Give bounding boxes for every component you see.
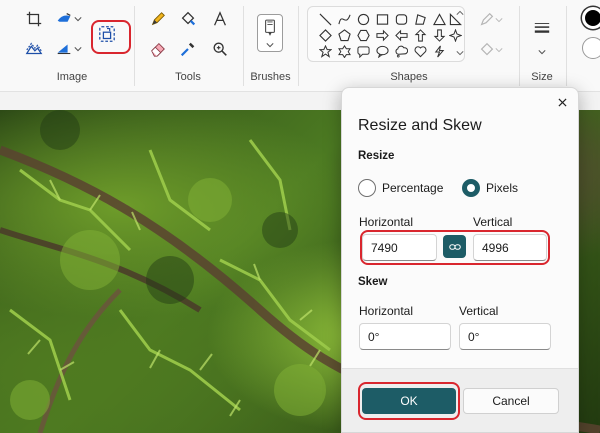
left-arrow-icon[interactable] xyxy=(394,28,408,42)
resize-button-highlight xyxy=(91,20,131,54)
close-icon xyxy=(557,97,567,107)
group-label-image: Image xyxy=(56,71,88,83)
down-arrow-icon[interactable] xyxy=(432,28,446,42)
skew-vertical-label: Vertical xyxy=(459,304,499,318)
up-arrow-icon[interactable] xyxy=(413,28,427,42)
skew-horizontal-input[interactable]: 0° xyxy=(359,323,451,350)
polygon-icon[interactable] xyxy=(413,12,427,26)
right-arrow-icon[interactable] xyxy=(375,28,389,42)
heart-icon[interactable] xyxy=(413,44,427,58)
cloud-callout-icon[interactable] xyxy=(394,44,408,58)
eraser-icon[interactable] xyxy=(146,37,170,61)
oval-icon[interactable] xyxy=(356,12,370,26)
rotate-icon[interactable] xyxy=(22,37,46,61)
magnifier-icon[interactable] xyxy=(208,37,232,61)
pentagon-icon[interactable] xyxy=(337,28,351,42)
diamond-icon[interactable] xyxy=(318,28,332,42)
text-icon[interactable] xyxy=(208,7,232,31)
chevron-up-icon[interactable] xyxy=(455,8,465,18)
chevron-down-icon[interactable] xyxy=(494,38,504,62)
chevron-down-icon[interactable] xyxy=(534,40,550,64)
color-picker-icon[interactable] xyxy=(176,37,200,61)
oval-callout-icon[interactable] xyxy=(375,44,389,58)
group-label-tools: Tools xyxy=(175,71,201,83)
six-point-star-icon[interactable] xyxy=(337,44,351,58)
chevron-down-icon[interactable] xyxy=(72,37,84,61)
resize-vertical-label: Vertical xyxy=(473,215,513,229)
group-label-shapes: Shapes xyxy=(390,71,428,83)
resize-horizontal-label: Horizontal xyxy=(359,215,414,229)
shapes-gallery xyxy=(307,6,465,62)
chevron-down-icon xyxy=(266,43,274,48)
skew-vertical-input[interactable]: 0° xyxy=(459,323,551,350)
crop-icon[interactable] xyxy=(22,7,46,31)
pixels-radio[interactable]: Pixels xyxy=(462,179,518,197)
fill-icon[interactable] xyxy=(176,7,200,31)
divider xyxy=(566,6,567,86)
rounded-rectangle-icon[interactable] xyxy=(394,12,408,26)
chevron-down-icon[interactable] xyxy=(72,7,84,31)
ok-button-highlight xyxy=(358,382,460,420)
percentage-label: Percentage xyxy=(382,181,444,195)
resize-and-skew-dialog: Resize and Skew Resize Percentage Pixels… xyxy=(341,87,579,433)
size-group: Size xyxy=(520,0,564,92)
curve-icon[interactable] xyxy=(337,12,351,26)
cancel-button[interactable]: Cancel xyxy=(463,388,559,414)
chevron-down-icon[interactable] xyxy=(494,8,504,32)
pencil-icon[interactable] xyxy=(146,7,170,31)
resize-section-title: Resize xyxy=(358,150,395,162)
skew-horizontal-label: Horizontal xyxy=(359,304,414,318)
line-icon[interactable] xyxy=(318,12,332,26)
close-button[interactable] xyxy=(554,94,570,110)
resize-values-highlight xyxy=(360,230,550,265)
triangle-icon[interactable] xyxy=(432,12,446,26)
rectangle-icon[interactable] xyxy=(375,12,389,26)
radio-circle[interactable] xyxy=(358,179,376,197)
group-label-brushes: Brushes xyxy=(250,71,291,83)
ribbon-toolbar: Image Tools Brushes Shapes Size xyxy=(0,0,600,92)
lightning-icon[interactable] xyxy=(432,44,446,58)
rounded-callout-icon[interactable] xyxy=(356,44,370,58)
line-thickness-icon[interactable] xyxy=(530,16,554,40)
secondary-color-swatch[interactable] xyxy=(582,37,600,59)
five-point-star-icon[interactable] xyxy=(318,44,332,58)
four-point-star-icon[interactable] xyxy=(448,28,462,42)
group-label-size: Size xyxy=(531,71,553,83)
skew-section-title: Skew xyxy=(358,276,388,288)
brush-icon xyxy=(265,19,275,36)
hexagon-icon[interactable] xyxy=(356,28,370,42)
radio-circle-checked[interactable] xyxy=(462,179,480,197)
brushes-button[interactable] xyxy=(257,14,283,52)
tools-group: Tools xyxy=(135,0,241,92)
percentage-radio[interactable]: Percentage xyxy=(358,179,443,197)
pixels-label: Pixels xyxy=(486,181,519,195)
chevron-down-icon[interactable] xyxy=(455,48,465,58)
primary-color-swatch[interactable] xyxy=(582,7,600,29)
dialog-title: Resize and Skew xyxy=(358,117,482,134)
